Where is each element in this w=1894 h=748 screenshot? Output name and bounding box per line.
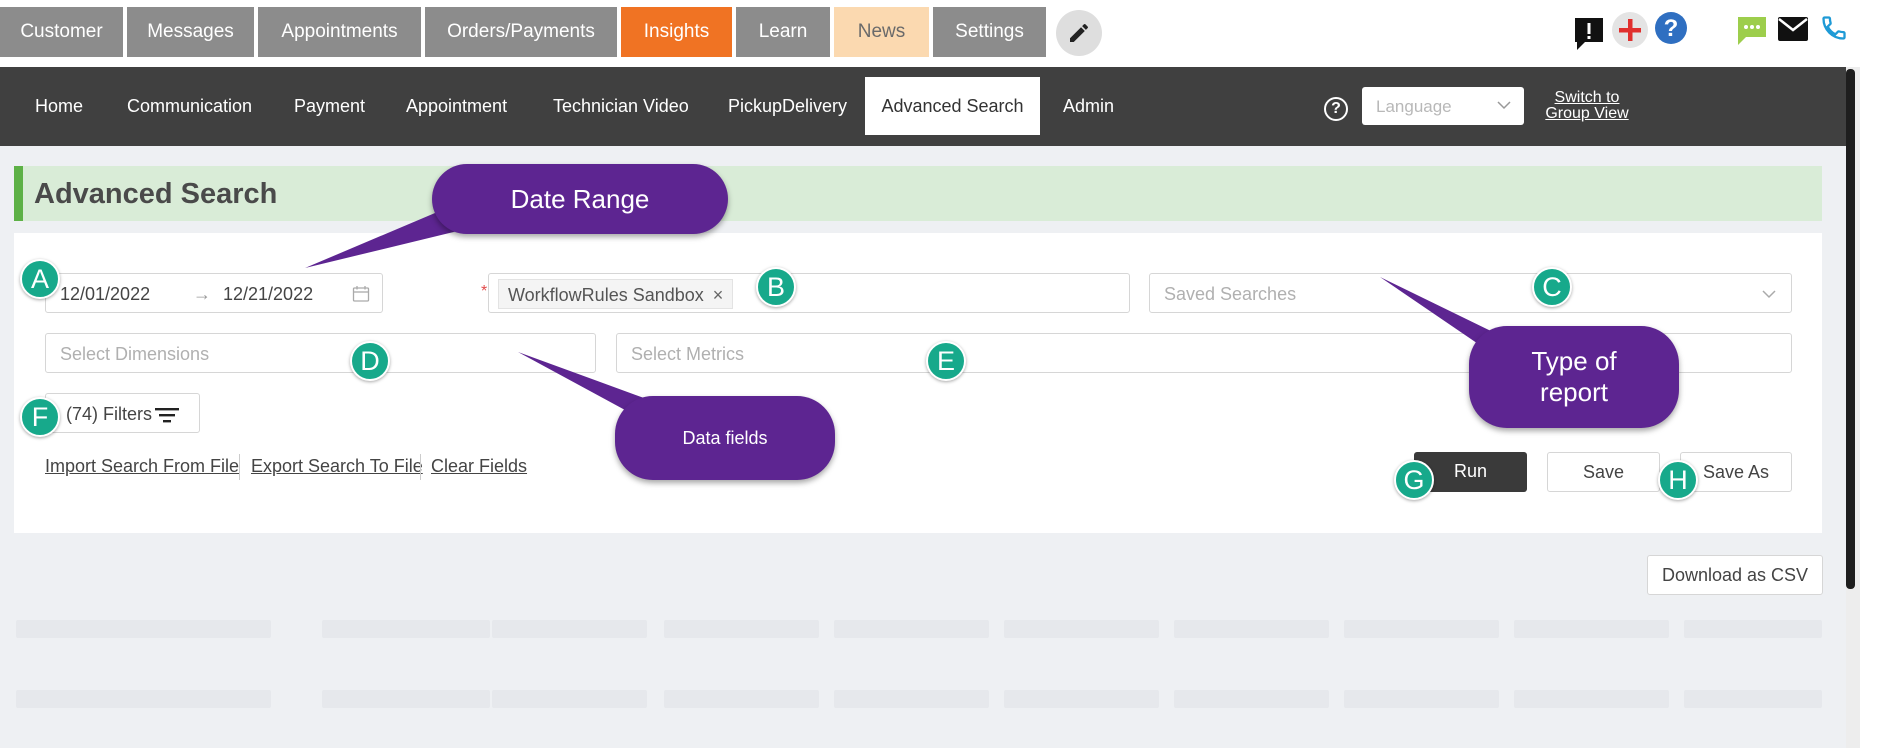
phone-icon[interactable] xyxy=(1820,14,1848,42)
save-button[interactable]: Save xyxy=(1547,452,1660,492)
date-arrow-icon: → xyxy=(193,284,211,304)
skeleton-cell xyxy=(1174,620,1329,638)
tab-messages[interactable]: Messages xyxy=(127,7,254,57)
nav-home[interactable]: Home xyxy=(35,67,83,146)
callout-line-1: Type of xyxy=(1531,346,1617,376)
marker-f: F xyxy=(20,397,60,437)
marker-b: B xyxy=(756,267,796,307)
saved-searches-placeholder: Saved Searches xyxy=(1164,284,1297,304)
skeleton-cell xyxy=(16,620,271,638)
export-search-link[interactable]: Export Search To File xyxy=(251,456,423,477)
nav-admin[interactable]: Admin xyxy=(1063,67,1114,146)
date-start-input[interactable]: 12/01/2022 xyxy=(60,284,150,305)
switch-line-1: Switch to xyxy=(1554,89,1620,106)
workflow-tag: WorkflowRules Sandbox × xyxy=(498,279,734,309)
filter-icon xyxy=(155,408,179,423)
nav-pickup-delivery[interactable]: PickupDelivery xyxy=(728,67,847,146)
help-icon[interactable]: ? xyxy=(1654,11,1688,45)
dimensions-placeholder: Select Dimensions xyxy=(60,344,210,364)
skeleton-cell xyxy=(322,620,490,638)
dimensions-select[interactable]: Select Dimensions xyxy=(45,333,596,373)
tag-remove-icon[interactable]: × xyxy=(713,285,724,305)
language-placeholder: Language xyxy=(1376,97,1452,116)
edit-button[interactable] xyxy=(1056,10,1102,56)
marker-a: A xyxy=(20,259,60,299)
mail-icon[interactable] xyxy=(1777,16,1809,42)
nav-payment[interactable]: Payment xyxy=(294,67,365,146)
link-divider xyxy=(420,454,421,480)
svg-text:?: ? xyxy=(1664,15,1679,42)
marker-e: E xyxy=(926,341,966,381)
calendar-icon[interactable] xyxy=(352,285,370,303)
filters-label: (74) Filters xyxy=(66,404,153,424)
switch-line-2: Group View xyxy=(1545,105,1629,122)
marker-g: G xyxy=(1394,460,1434,500)
nav-advanced-search[interactable]: Advanced Search xyxy=(865,77,1040,135)
tab-appointments[interactable]: Appointments xyxy=(258,7,421,57)
skeleton-cell xyxy=(492,690,647,708)
tab-orders-payments[interactable]: Orders/Payments xyxy=(425,7,617,57)
clear-fields-link[interactable]: Clear Fields xyxy=(431,456,527,477)
callout-type-of-report: Type of report xyxy=(1469,326,1679,428)
workflow-tag-label: WorkflowRules Sandbox xyxy=(508,285,704,305)
pencil-icon xyxy=(1070,23,1089,42)
add-button[interactable] xyxy=(1612,12,1648,48)
import-search-link[interactable]: Import Search From File xyxy=(45,456,239,477)
tab-insights[interactable]: Insights xyxy=(621,7,732,57)
skeleton-cell xyxy=(1684,690,1822,708)
marker-h: H xyxy=(1658,460,1698,500)
chevron-down-icon xyxy=(1497,101,1511,110)
top-tab-bar: Customer Messages Appointments Orders/Pa… xyxy=(0,0,1894,60)
nav-communication[interactable]: Communication xyxy=(127,67,252,146)
skeleton-cell xyxy=(322,690,490,708)
saved-searches-select[interactable]: Saved Searches xyxy=(1149,273,1792,313)
plus-icon xyxy=(1619,19,1641,41)
skeleton-cell xyxy=(1174,690,1329,708)
skeleton-cell xyxy=(834,620,989,638)
switch-group-view-link[interactable]: Switch to Group View xyxy=(1544,90,1630,122)
skeleton-cell xyxy=(664,690,819,708)
callout-line-2: report xyxy=(1540,377,1608,407)
skeleton-cell xyxy=(1004,620,1159,638)
scrollbar-thumb[interactable] xyxy=(1846,69,1855,589)
nav-appointment[interactable]: Appointment xyxy=(406,67,507,146)
tab-settings[interactable]: Settings xyxy=(933,7,1046,57)
skeleton-cell xyxy=(1004,690,1159,708)
chevron-down-icon xyxy=(1762,290,1776,299)
date-end-input[interactable]: 12/21/2022 xyxy=(223,284,313,305)
skeleton-cell xyxy=(1344,620,1499,638)
tab-customer[interactable]: Customer xyxy=(0,7,123,57)
link-divider xyxy=(239,454,240,480)
date-range-picker[interactable]: 12/01/2022 → 12/21/2022 xyxy=(45,273,383,313)
skeleton-cell xyxy=(492,620,647,638)
required-indicator: * xyxy=(481,283,488,300)
metrics-placeholder: Select Metrics xyxy=(631,344,745,364)
skeleton-cell xyxy=(16,690,271,708)
help-question-icon[interactable]: ? xyxy=(1324,97,1348,121)
skeleton-cell xyxy=(1514,620,1669,638)
chat-icon[interactable] xyxy=(1736,15,1768,47)
skeleton-cell xyxy=(1344,690,1499,708)
marker-d: D xyxy=(350,341,390,381)
download-csv-button[interactable]: Download as CSV xyxy=(1647,555,1823,595)
language-select[interactable]: Language xyxy=(1362,87,1524,125)
skeleton-cell xyxy=(1514,690,1669,708)
page-header-bar xyxy=(14,166,1822,221)
skeleton-cell xyxy=(1684,620,1822,638)
page-title: Advanced Search xyxy=(34,178,278,210)
skeleton-cell xyxy=(834,690,989,708)
callout-data-fields: Data fields xyxy=(615,396,835,480)
tab-news[interactable]: News xyxy=(834,7,929,57)
filters-button[interactable]: (74) Filters xyxy=(45,393,200,433)
callout-date-range: Date Range xyxy=(432,164,728,234)
workflow-select[interactable]: WorkflowRules Sandbox × xyxy=(488,273,1130,313)
skeleton-cell xyxy=(664,620,819,638)
alert-message-icon[interactable] xyxy=(1573,16,1605,52)
marker-c: C xyxy=(1532,267,1572,307)
tab-learn[interactable]: Learn xyxy=(736,7,830,57)
nav-technician-video[interactable]: Technician Video xyxy=(553,67,689,146)
